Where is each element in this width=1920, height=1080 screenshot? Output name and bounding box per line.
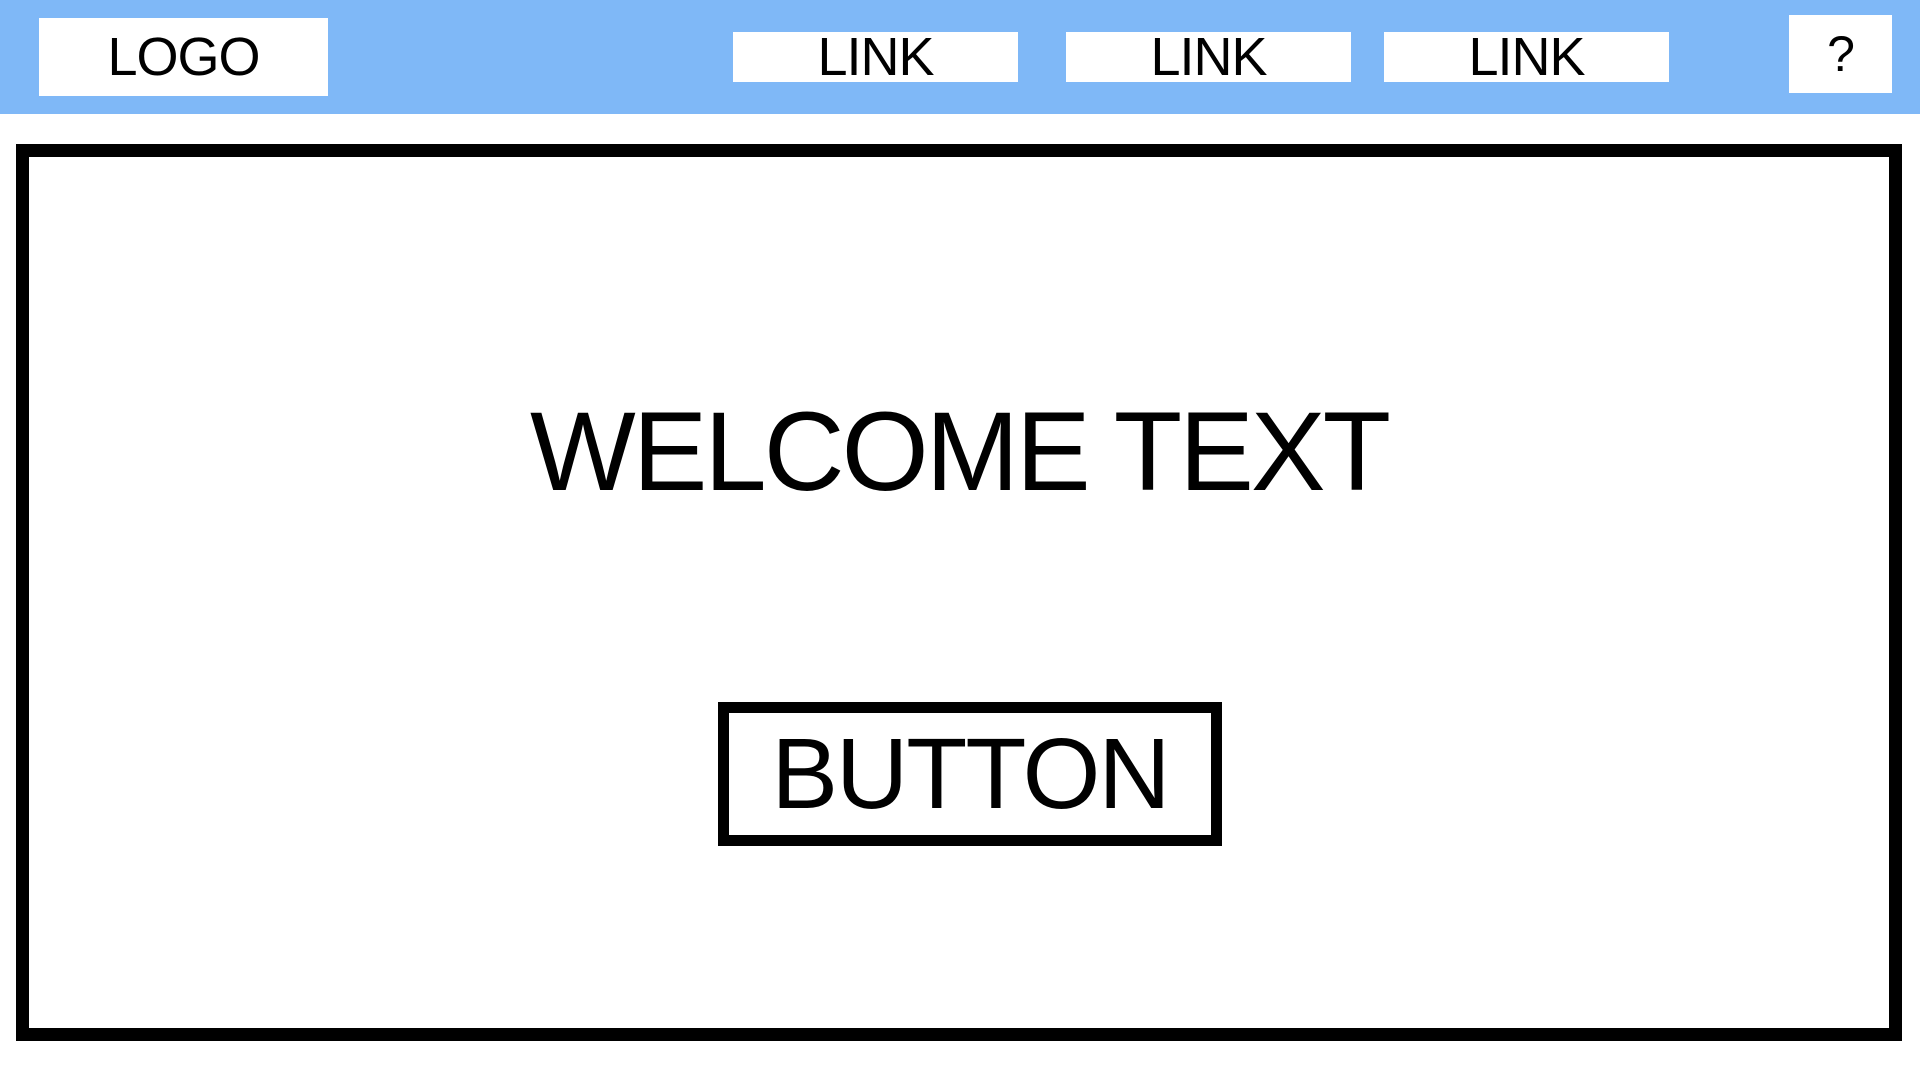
nav-link-1[interactable]: LINK — [733, 27, 1018, 87]
nav-link-3[interactable]: LINK — [1384, 27, 1669, 87]
logo[interactable]: LOGO — [39, 18, 328, 96]
welcome-text: WELCOME TEXT — [529, 389, 1391, 514]
main-content-panel: WELCOME TEXT BUTTON — [16, 144, 1902, 1041]
primary-button[interactable]: BUTTON — [718, 702, 1222, 846]
top-nav-bar: LOGO LINK LINK LINK ? — [0, 0, 1920, 114]
help-button[interactable]: ? — [1789, 15, 1892, 93]
nav-link-2[interactable]: LINK — [1066, 27, 1351, 87]
